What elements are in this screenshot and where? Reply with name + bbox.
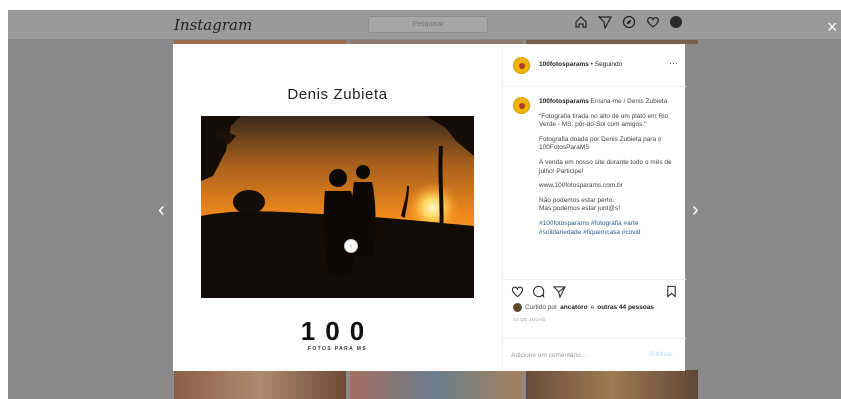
direct-icon[interactable] [598,15,612,29]
post-date: 10 DE JULHO [513,317,546,322]
feed-thumbnail[interactable] [526,370,698,399]
save-bookmark-icon[interactable] [665,285,678,298]
comment-bubble-icon[interactable] [532,285,545,298]
caption-first-line: Ensina-me / Denis Zubieta [590,98,668,105]
home-icon[interactable] [574,15,588,29]
caption-link[interactable]: www.100fotosparams.com.br [539,182,679,191]
likes-prefix: Curtido por [525,304,558,311]
comment-input[interactable] [511,348,631,362]
caption-paragraph: "Fotografia tirada no alto de um platô e… [539,112,669,129]
like-heart-icon[interactable] [511,285,524,298]
caption-paragraph: À venda em nosso site durante todo o mês… [539,158,672,175]
nav-icons [574,15,682,29]
share-direct-icon[interactable] [553,285,566,298]
sunset-photo [201,116,474,298]
publish-button[interactable]: Publicar [649,351,672,358]
instagram-backdrop: Instagram × ‹ › Denis Zubieta [8,10,841,399]
close-icon[interactable]: × [827,18,838,36]
profile-avatar[interactable] [670,16,682,28]
heart-icon[interactable] [646,15,660,29]
caption-avatar[interactable] [513,97,530,114]
feed-thumbnail[interactable] [350,370,522,399]
post-image: Denis Zubieta 100 FOTOS PARA MS ‹ [173,44,502,371]
caption-paragraph: Não podemos estar perto. Mas podemos est… [539,196,621,213]
search-input[interactable] [368,16,488,33]
likes-connector: e [590,304,595,311]
caption-username[interactable]: 100fotosparams [539,98,589,105]
hundred-number: 100 [300,316,375,346]
caption-text: 100fotosparams Ensina-me / Denis Zubieta… [539,98,679,243]
post-actions: Curtido por ancatoro e outras 44 pessoas… [503,279,686,371]
next-post-arrow[interactable]: › [692,200,699,220]
carousel-prev-icon[interactable]: ‹ [344,239,358,253]
post-sidebar: 100fotosparams • Seguindo ··· 100fotospa… [502,44,686,371]
follow-status: • Seguindo [590,61,623,68]
post-caption: 100fotosparams Ensina-me / Denis Zubieta… [503,87,686,279]
prev-post-arrow[interactable]: ‹ [158,200,165,220]
top-navbar: Instagram [8,10,841,40]
caption-paragraph: Fotografia doada por Denis Zubieta para … [539,135,662,152]
feed-thumbnail[interactable] [174,370,346,399]
compass-icon[interactable] [622,15,636,29]
account-avatar[interactable] [513,57,530,74]
post-modal: Denis Zubieta 100 FOTOS PARA MS ‹ 100fot… [173,44,686,371]
likes-others[interactable]: outras 44 pessoas [597,304,654,311]
liker-avatar [513,303,522,312]
comment-box: Publicar [503,338,686,372]
more-options-icon[interactable]: ··· [669,58,678,68]
post-header: 100fotosparams • Seguindo ··· [503,44,686,87]
caption-hashtags[interactable]: #100fotosparams #fotografia #arte #solid… [539,220,679,237]
post-image-title: Denis Zubieta [287,86,388,103]
header-account: 100fotosparams • Seguindo [539,61,622,68]
instagram-logo[interactable]: Instagram [174,16,252,34]
likes-user[interactable]: ancatoro [560,304,587,311]
likes-summary: Curtido por ancatoro e outras 44 pessoas [513,303,654,312]
header-username[interactable]: 100fotosparams [539,61,589,68]
hundred-subtitle: FOTOS PARA MS [307,346,368,352]
